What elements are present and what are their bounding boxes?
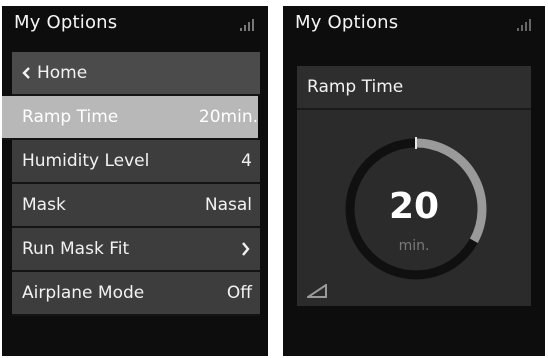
menu-item-airplane-mode[interactable]: Airplane Mode Off bbox=[12, 272, 260, 316]
status-bar: My Options bbox=[283, 6, 545, 42]
menu-item-value: 20min. bbox=[198, 107, 258, 127]
menu-item-humidity-level[interactable]: Humidity Level 4 bbox=[12, 140, 260, 184]
menu-item-value: 4 bbox=[241, 151, 252, 171]
menu-item-run-mask-fit[interactable]: Run Mask Fit bbox=[12, 228, 260, 272]
ramp-time-panel: Ramp Time 20 min. bbox=[297, 66, 531, 306]
options-menu: Home Ramp Time 20min. Humidity Level 4 M… bbox=[2, 52, 260, 316]
ramp-time-title: Ramp Time bbox=[307, 77, 404, 97]
status-bar: My Options bbox=[2, 6, 268, 42]
home-label: Home bbox=[37, 63, 88, 83]
menu-item-mask[interactable]: Mask Nasal bbox=[12, 184, 260, 228]
menu-item-label: Run Mask Fit bbox=[22, 239, 130, 259]
ramp-icon bbox=[307, 284, 327, 298]
ramp-time-header: Ramp Time bbox=[297, 66, 531, 110]
signal-icon bbox=[240, 19, 254, 31]
menu-item-value: Off bbox=[226, 283, 252, 303]
menu-item-label: Mask bbox=[22, 195, 66, 215]
menu-item-label: Humidity Level bbox=[22, 151, 150, 171]
signal-icon bbox=[517, 19, 531, 31]
menu-item-ramp-time[interactable]: Ramp Time 20min. bbox=[2, 96, 258, 140]
options-menu-screen: My Options Home Ramp Time 20min. Humidit… bbox=[2, 6, 268, 356]
menu-item-value: Nasal bbox=[204, 195, 252, 215]
chevron-right-icon bbox=[242, 242, 250, 256]
ramp-time-unit: min. bbox=[398, 238, 430, 254]
ramp-time-value: 20 bbox=[388, 186, 440, 227]
home-label-wrap: Home bbox=[22, 63, 87, 83]
menu-item-label: Airplane Mode bbox=[22, 283, 145, 303]
home-button[interactable]: Home bbox=[12, 52, 260, 96]
screen-title: My Options bbox=[295, 12, 399, 33]
ramp-time-screen: My Options Ramp Time 20 min. bbox=[283, 6, 545, 356]
chevron-left-icon bbox=[22, 67, 30, 79]
screen-title: My Options bbox=[14, 12, 118, 33]
menu-item-label: Ramp Time bbox=[22, 107, 119, 127]
